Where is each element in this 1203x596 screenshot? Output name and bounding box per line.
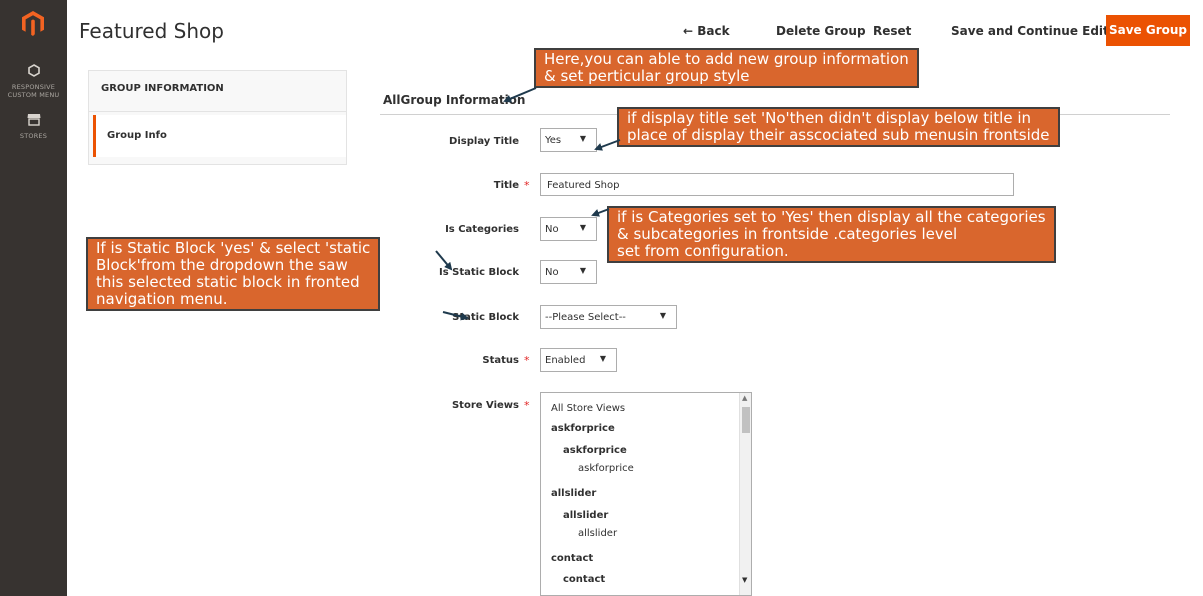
list-item[interactable]: askforprice <box>551 423 615 434</box>
title-label: Title <box>493 180 519 191</box>
list-item[interactable]: allslider <box>578 528 617 539</box>
static-block-select[interactable]: --Please Select-- ▼ <box>540 305 677 329</box>
chevron-down-icon: ▼ <box>579 223 586 232</box>
list-item[interactable]: allslider <box>551 488 596 499</box>
select-value: --Please Select-- <box>545 312 626 323</box>
select-value: Enabled <box>545 355 586 366</box>
reset-button[interactable]: Reset <box>873 24 911 38</box>
annotation-static-block: If is Static Block 'yes' & select 'stati… <box>86 237 381 311</box>
status-select[interactable]: Enabled ▼ <box>540 348 617 372</box>
display-title-label: Display Title <box>449 136 519 147</box>
scrollbar-thumb[interactable] <box>742 407 750 433</box>
annotation-line: & subcategories in frontside .categories… <box>617 225 958 243</box>
chevron-down-icon: ▼ <box>659 311 666 320</box>
annotation-line: if display title set 'No'then didn't dis… <box>627 109 1031 127</box>
display-title-select[interactable]: Yes ▼ <box>540 128 597 152</box>
static-block-label: Static Block <box>452 312 519 323</box>
save-group-button[interactable]: Save Group <box>1106 15 1190 46</box>
sidebar-item-responsive-custom-menu[interactable]: RESPONSIVE CUSTOM MENU <box>0 62 67 99</box>
scrollbar[interactable]: ▲ ▼ <box>739 393 751 595</box>
sidebar-item-label: STORES <box>19 132 48 140</box>
tab-group-info[interactable]: Group Info <box>93 115 346 157</box>
sidebar-item-stores[interactable]: STORES <box>0 111 67 140</box>
annotation-line: place of display their asscociated sub m… <box>627 126 1050 144</box>
sidebar-item-label: CUSTOM MENU <box>7 91 60 99</box>
store-views-label: Store Views <box>451 400 519 411</box>
admin-sidebar: RESPONSIVE CUSTOM MENU STORES <box>0 0 67 596</box>
required-marker: * <box>524 179 530 192</box>
select-value: Yes <box>545 135 562 146</box>
is-static-block-select[interactable]: No ▼ <box>540 260 597 284</box>
list-item[interactable]: askforprice <box>563 445 627 456</box>
annotation-line: If is Static Block 'yes' & select 'stati… <box>96 239 371 257</box>
section-title: AllGroup Information <box>383 93 526 107</box>
chevron-down-icon: ▼ <box>599 354 606 363</box>
annotation-line: this selected static block in fronted <box>96 273 360 291</box>
required-marker: * <box>524 399 530 412</box>
annotation-line: if is Categories set to 'Yes' then displ… <box>617 208 1046 226</box>
scroll-down-icon[interactable]: ▼ <box>742 576 747 584</box>
list-item[interactable]: All Store Views <box>551 403 625 414</box>
list-item[interactable]: contact <box>563 574 605 585</box>
annotation-line: & set perticular group style <box>544 67 750 85</box>
hexagon-icon <box>27 64 40 77</box>
list-item[interactable]: allslider <box>563 510 608 521</box>
magento-logo-icon[interactable] <box>22 11 44 36</box>
title-input[interactable]: Featured Shop <box>540 173 1014 196</box>
select-value: No <box>545 224 559 235</box>
chevron-down-icon: ▼ <box>579 266 586 275</box>
page-title: Featured Shop <box>79 19 224 43</box>
group-tabs-panel: GROUP INFORMATION Group Info <box>88 70 347 165</box>
scroll-up-icon[interactable]: ▲ <box>742 394 747 402</box>
annotation-line: set from configuration. <box>617 242 789 260</box>
annotation-line: Here,you can able to add new group infor… <box>544 50 909 68</box>
select-value: No <box>545 267 559 278</box>
annotation-line: Block'from the dropdown the saw <box>96 256 348 274</box>
store-icon <box>27 114 40 126</box>
annotation-group-info: Here,you can able to add new group infor… <box>534 48 919 88</box>
sidebar-item-label: RESPONSIVE <box>11 83 56 91</box>
annotation-line: navigation menu. <box>96 290 228 308</box>
tab-label: Group Info <box>107 130 167 141</box>
status-label: Status <box>482 355 519 366</box>
annotation-is-categories: if is Categories set to 'Yes' then displ… <box>607 206 1056 263</box>
is-categories-label: Is Categories <box>445 224 519 235</box>
list-item[interactable]: askforprice <box>578 463 634 474</box>
delete-group-button[interactable]: Delete Group <box>776 24 866 38</box>
tabs-title: GROUP INFORMATION <box>101 83 224 94</box>
list-item[interactable]: contact <box>551 553 593 564</box>
chevron-down-icon: ▼ <box>579 134 586 143</box>
back-button[interactable]: ← Back <box>683 24 730 38</box>
is-static-block-label: Is Static Block <box>439 267 519 278</box>
annotation-display-title: if display title set 'No'then didn't dis… <box>617 107 1060 147</box>
divider <box>89 111 346 112</box>
required-marker: * <box>524 354 530 367</box>
store-views-multiselect[interactable]: All Store Views askforprice askforprice … <box>540 392 752 596</box>
is-categories-select[interactable]: No ▼ <box>540 217 597 241</box>
save-and-continue-button[interactable]: Save and Continue Edit <box>951 24 1109 38</box>
